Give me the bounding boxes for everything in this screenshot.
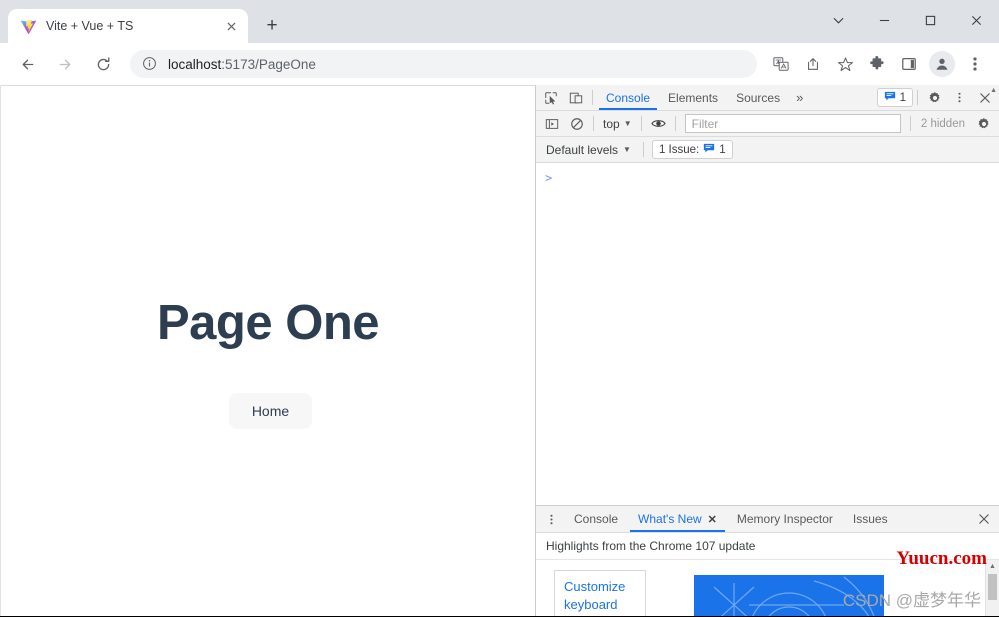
whats-new-card-link[interactable]: Customize keyboard (554, 570, 646, 616)
drawer-tab-label: What's New (638, 512, 702, 526)
divider (642, 142, 644, 157)
scrollbar-thumb[interactable] (988, 574, 997, 600)
drawer-tab-memory-inspector[interactable]: Memory Inspector (727, 506, 843, 532)
tab-strip: Vite + Vue + TS + (0, 3, 999, 43)
forward-icon[interactable] (50, 49, 80, 79)
side-panel-icon[interactable] (894, 49, 924, 79)
share-icon[interactable] (798, 49, 828, 79)
info-circle-icon[interactable] (142, 56, 158, 72)
issues-count: 1 (899, 91, 906, 104)
divider (640, 116, 642, 131)
devtools-header: Console Elements Sources » 1 (536, 85, 999, 111)
url-path: :5173/PageOne (221, 56, 316, 72)
chevron-down-icon: ▼ (623, 145, 631, 154)
console-message-area[interactable]: > (536, 163, 999, 505)
issue-message-icon (703, 142, 715, 157)
drawer-tab-issues[interactable]: Issues (843, 506, 898, 532)
execution-context-select[interactable]: top ▼ (598, 114, 637, 134)
divider (593, 116, 594, 131)
maximize-button[interactable] (907, 3, 953, 37)
window-controls (815, 3, 999, 37)
close-window-button[interactable] (953, 3, 999, 37)
issues-count: 1 (719, 143, 726, 156)
scrollbar-up-arrow-icon[interactable]: ▲ (986, 560, 999, 573)
drawer-close-icon[interactable] (971, 507, 996, 531)
issues-badge[interactable]: 1 (876, 88, 913, 107)
whats-new-subtitle-text: Highlights from the Chrome 107 update (546, 539, 756, 553)
watermark-yuucn: Yuucn.com (896, 548, 987, 569)
new-tab-button[interactable]: + (258, 11, 286, 39)
console-prompt-icon: > (545, 171, 553, 185)
clear-console-icon[interactable] (564, 112, 589, 136)
tab-close-icon[interactable] (222, 17, 240, 35)
three-dot-menu-icon[interactable] (947, 86, 972, 110)
reload-icon[interactable] (88, 49, 118, 79)
console-sidebar-icon[interactable] (539, 112, 564, 136)
issue-message-icon (884, 90, 896, 105)
devtools-tab-console[interactable]: Console (597, 85, 659, 110)
chevron-down-icon: ▼ (623, 119, 632, 128)
address-bar[interactable]: localhost:5173/PageOne (130, 50, 757, 78)
console-level-bar: Default levels ▼ 1 Issue: 1 (536, 137, 999, 163)
console-filter-input[interactable] (684, 114, 901, 133)
console-settings-gear-icon[interactable] (971, 112, 996, 136)
toolbar-icons (765, 49, 991, 79)
three-dot-menu-icon[interactable] (960, 49, 990, 79)
inspect-element-icon[interactable] (538, 86, 563, 110)
tab-title: Vite + Vue + TS (46, 19, 134, 33)
translate-icon[interactable] (766, 49, 796, 79)
drawer-tab-whats-new[interactable]: What's New ✕ (628, 506, 727, 532)
devtools-panel: Console Elements Sources » 1 top ▼ Filte… (535, 85, 999, 616)
watermark-csdn: CSDN @虚梦年华 (842, 591, 981, 610)
drawer-tab-bar: Console What's New ✕ Memory Inspector Is… (536, 506, 999, 533)
devtools-tab-sources[interactable]: Sources (727, 85, 789, 110)
home-button[interactable]: Home (229, 393, 312, 429)
gear-icon[interactable] (922, 86, 947, 110)
browser-window: Vite + Vue + TS + localhost:5173/PageOne… (0, 0, 999, 617)
divider (674, 116, 676, 131)
live-expression-eye-icon[interactable] (646, 112, 671, 136)
issues-toolbar-button[interactable]: 1 Issue: 1 (651, 140, 733, 159)
devtools-tab-elements[interactable]: Elements (659, 85, 727, 110)
tab-search-button[interactable] (815, 3, 861, 37)
back-icon[interactable] (12, 49, 42, 79)
device-toolbar-icon[interactable] (563, 86, 588, 110)
browser-toolbar: localhost:5173/PageOne (0, 43, 999, 85)
scroll-up-icon[interactable]: ▲ (990, 87, 997, 94)
vite-logo-icon (20, 18, 37, 35)
extensions-puzzle-icon[interactable] (862, 49, 892, 79)
execution-context-label: top (603, 116, 620, 131)
devtools-tabs-overflow-icon[interactable]: » (789, 90, 810, 105)
minimize-button[interactable] (861, 3, 907, 37)
issues-label: 1 Issue: (658, 143, 700, 156)
log-levels-label: Default levels (546, 142, 619, 157)
log-levels-select[interactable]: Default levels ▼ (542, 140, 635, 160)
drawer-tab-console[interactable]: Console (564, 506, 628, 532)
drawer-menu-icon[interactable] (539, 507, 564, 531)
hidden-messages-count: 2 hidden (920, 117, 965, 130)
url-host: localhost (168, 56, 222, 72)
bookmark-star-icon[interactable] (830, 49, 860, 79)
page-viewport: Page One Home (1, 85, 535, 616)
url-text: localhost:5173/PageOne (168, 57, 316, 72)
profile-avatar-icon[interactable] (929, 51, 955, 77)
drawer-scrollbar[interactable]: ▲ (985, 560, 999, 616)
divider (909, 116, 911, 131)
divider (592, 90, 593, 105)
divider (917, 90, 918, 105)
console-filter-bar: top ▼ 2 hidden (536, 111, 999, 137)
page-title: Page One (156, 296, 380, 350)
drawer-tab-close-icon[interactable]: ✕ (708, 513, 717, 526)
browser-tab[interactable]: Vite + Vue + TS (8, 9, 248, 43)
